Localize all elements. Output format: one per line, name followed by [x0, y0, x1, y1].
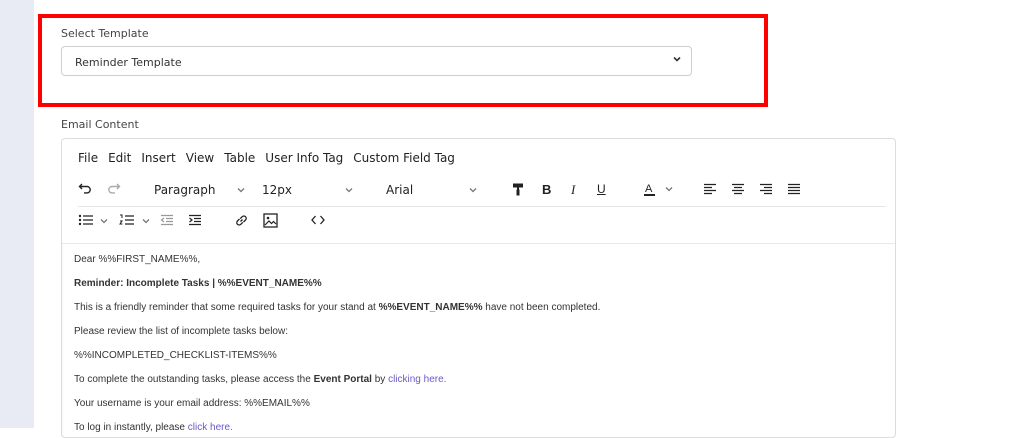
- chevron-down-icon: [468, 181, 478, 198]
- align-left-icon[interactable]: [703, 183, 717, 195]
- link-icon[interactable]: [234, 213, 249, 228]
- menu-insert[interactable]: Insert: [141, 151, 175, 165]
- font-size-value: 12px: [262, 183, 292, 197]
- paragraph-2: Please review the list of incomplete tas…: [74, 326, 288, 337]
- paragraph-4-mid: by: [371, 374, 389, 385]
- svg-text:A: A: [645, 183, 653, 195]
- email-content-label: Email Content: [61, 118, 139, 131]
- menu-edit[interactable]: Edit: [108, 151, 131, 165]
- bullet-list-icon[interactable]: [78, 214, 94, 226]
- toolbar-divider: [78, 206, 886, 207]
- menu-custom-field-tag[interactable]: Custom Field Tag: [353, 151, 455, 165]
- paragraph-4-bold: Event Portal: [313, 374, 372, 385]
- chevron-down-icon: [236, 181, 246, 198]
- paragraph-1-text: This is a friendly reminder that some re…: [74, 302, 379, 313]
- align-center-icon[interactable]: [731, 183, 745, 195]
- menu-user-info-tag[interactable]: User Info Tag: [265, 151, 343, 165]
- editor-menubar: File Edit Insert View Table User Info Ta…: [78, 151, 465, 165]
- chevron-down-icon: [344, 181, 354, 198]
- undo-icon[interactable]: [78, 181, 92, 195]
- chevron-down-icon[interactable]: [141, 216, 151, 226]
- redo-icon[interactable]: [107, 181, 121, 195]
- paragraph-4: To complete the outstanding tasks, pleas…: [74, 374, 446, 385]
- clicking-here-link[interactable]: clicking here.: [388, 374, 446, 385]
- menu-file[interactable]: File: [78, 151, 98, 165]
- paragraph-1-end: have not been completed.: [482, 302, 601, 313]
- menu-view[interactable]: View: [186, 151, 214, 165]
- italic-icon[interactable]: I: [571, 182, 575, 198]
- underline-icon[interactable]: U: [597, 182, 606, 196]
- left-sidebar-strip: [0, 0, 34, 428]
- font-size-dropdown[interactable]: 12px: [256, 179, 359, 201]
- chevron-down-icon[interactable]: [99, 216, 109, 226]
- paragraph-1: This is a friendly reminder that some re…: [74, 302, 600, 313]
- numbered-list-icon[interactable]: [119, 214, 135, 226]
- chevron-down-icon[interactable]: [664, 184, 674, 194]
- paragraph-5: Your username is your email address: %%E…: [74, 398, 310, 409]
- font-family-value: Arial: [386, 183, 414, 197]
- highlight-box: [38, 14, 768, 107]
- menu-table[interactable]: Table: [224, 151, 255, 165]
- outdent-icon[interactable]: [160, 214, 174, 226]
- rich-text-editor: File Edit Insert View Table User Info Ta…: [61, 138, 896, 438]
- align-right-icon[interactable]: [759, 183, 773, 195]
- paragraph-4-text: To complete the outstanding tasks, pleas…: [74, 374, 314, 385]
- greeting-line: Dear %%FIRST_NAME%%,: [74, 254, 201, 265]
- indent-icon[interactable]: [188, 214, 202, 226]
- editor-content-area[interactable]: Dear %%FIRST_NAME%%, Reminder: Incomplet…: [62, 243, 895, 437]
- source-code-icon[interactable]: [311, 215, 325, 225]
- bold-icon[interactable]: B: [542, 182, 551, 197]
- align-justify-icon[interactable]: [787, 183, 801, 195]
- block-format-value: Paragraph: [154, 183, 216, 197]
- block-format-dropdown[interactable]: Paragraph: [148, 179, 251, 201]
- font-family-dropdown[interactable]: Arial: [380, 179, 483, 201]
- heading-line: Reminder: Incomplete Tasks | %%EVENT_NAM…: [74, 278, 322, 289]
- text-color-icon[interactable]: A: [642, 181, 658, 197]
- paragraph-3: %%INCOMPLETED_CHECKLIST-ITEMS%%: [74, 350, 277, 361]
- paragraph-1-bold: %%EVENT_NAME%%: [378, 302, 483, 313]
- image-icon[interactable]: [263, 213, 278, 228]
- format-painter-icon[interactable]: [511, 182, 525, 196]
